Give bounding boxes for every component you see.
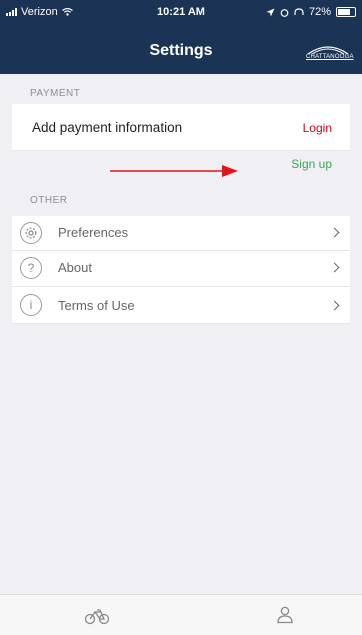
question-icon: ? — [20, 257, 42, 279]
signup-link[interactable]: Sign up — [291, 157, 332, 171]
status-bar: Verizon 10:21 AM 72% — [0, 6, 362, 20]
logo-text: CHATTANOOGA — [306, 54, 354, 60]
login-link[interactable]: Login — [303, 121, 332, 135]
menu-item-preferences[interactable]: Preferences — [12, 216, 350, 251]
bike-icon[interactable] — [84, 607, 110, 625]
gear-icon — [20, 222, 42, 244]
menu-item-label: Preferences — [58, 225, 129, 240]
menu-item-about[interactable]: ? About — [12, 251, 350, 287]
battery-percent: 72% — [308, 6, 331, 18]
battery-icon — [336, 7, 356, 17]
payment-row: Add payment information Login — [12, 104, 350, 151]
chevron-right-icon — [329, 300, 340, 311]
chattanooga-logo: CHATTANOOGA — [306, 42, 354, 62]
annotation-arrow — [110, 165, 238, 177]
chevron-right-icon — [329, 262, 340, 273]
location-icon — [266, 8, 275, 16]
info-icon: i — [20, 294, 42, 316]
menu-item-label: Terms of Use — [58, 298, 135, 313]
nav-bar: Verizon 10:21 AM 72% Settings CHATTANOOG… — [0, 0, 362, 74]
headphones-icon — [294, 7, 304, 15]
menu-item-terms[interactable]: i Terms of Use — [12, 287, 350, 324]
alarm-icon — [280, 8, 289, 17]
chevron-right-icon — [329, 227, 340, 238]
other-section-header: OTHER — [30, 195, 68, 206]
tab-bar — [0, 594, 362, 635]
menu-item-label: About — [58, 260, 92, 275]
payment-section-header: PAYMENT — [30, 88, 81, 99]
payment-row-label: Add payment information — [32, 120, 183, 135]
profile-icon[interactable] — [277, 606, 293, 624]
